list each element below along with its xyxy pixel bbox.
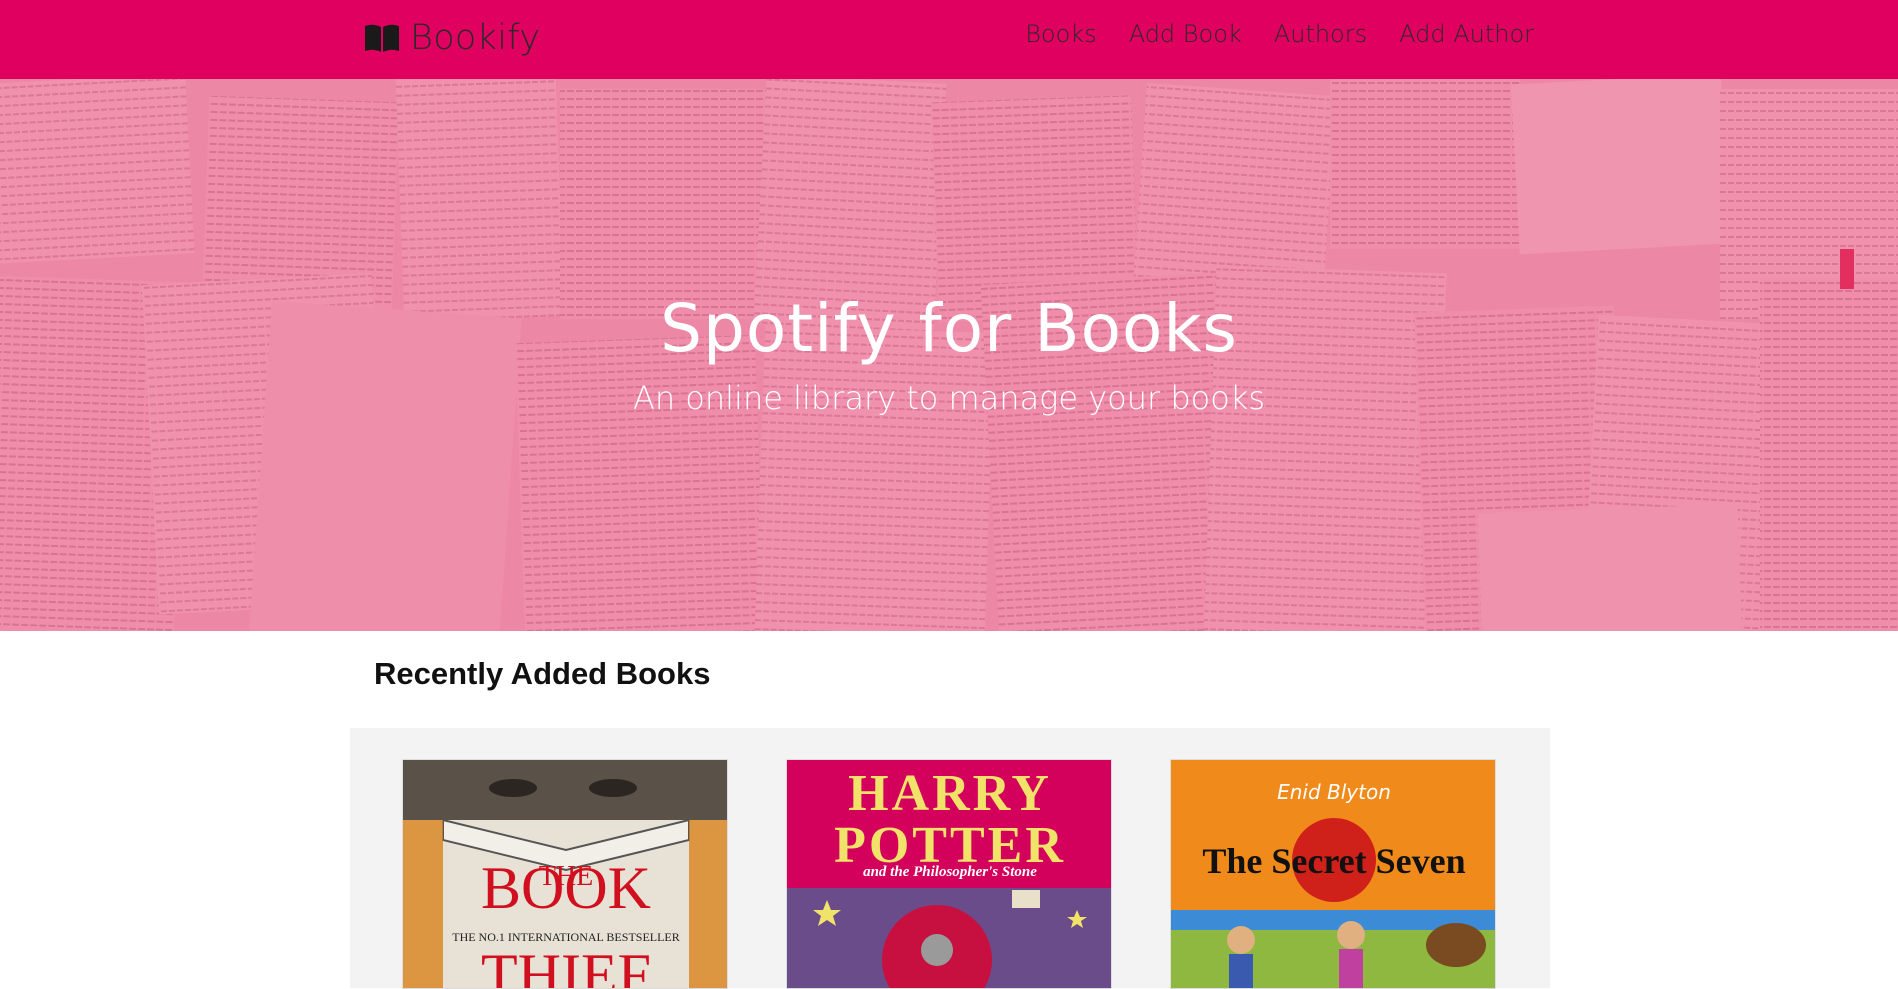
hero-title: Spotify for Books bbox=[660, 290, 1238, 367]
book-card-book-thief[interactable]: THE BOOK THE NO.1 INTERNATIONAL BESTSELL… bbox=[402, 759, 728, 989]
open-book-icon bbox=[365, 24, 399, 52]
hero-banner: Spotify for Books An online library to m… bbox=[0, 79, 1898, 631]
cover-title: The Secret Seven bbox=[1202, 841, 1466, 881]
cover-title: HARRY POTTER bbox=[834, 765, 1066, 874]
cover-author: Enid Blyton bbox=[1277, 780, 1391, 804]
book-card-harry-potter[interactable]: HARRY POTTER and the Philosopher's Stone bbox=[786, 759, 1112, 989]
books-panel: THE BOOK THE NO.1 INTERNATIONAL BESTSELL… bbox=[350, 728, 1550, 989]
navbar: Bookify Books Add Book Authors Add Autho… bbox=[0, 0, 1898, 79]
brand-link[interactable]: Bookify bbox=[364, 16, 540, 60]
book-card-secret-seven[interactable]: Enid Blyton The Secret Seven bbox=[1170, 759, 1496, 989]
nav-links: Books Add Book Authors Add Author bbox=[1025, 20, 1534, 48]
brand-name: Bookify bbox=[410, 18, 541, 58]
nav-add-book[interactable]: Add Book bbox=[1129, 20, 1242, 48]
cover-title-text-2: THIEF bbox=[481, 942, 651, 989]
nav-add-author[interactable]: Add Author bbox=[1399, 20, 1534, 48]
cover-word-the: THE bbox=[539, 861, 593, 892]
nav-books[interactable]: Books bbox=[1025, 20, 1096, 48]
nav-authors[interactable]: Authors bbox=[1274, 20, 1367, 48]
hero-subtitle: An online library to manage your books bbox=[632, 379, 1266, 417]
cover-subtitle: and the Philosopher's Stone bbox=[863, 864, 1037, 880]
section-heading: Recently Added Books bbox=[374, 656, 711, 691]
